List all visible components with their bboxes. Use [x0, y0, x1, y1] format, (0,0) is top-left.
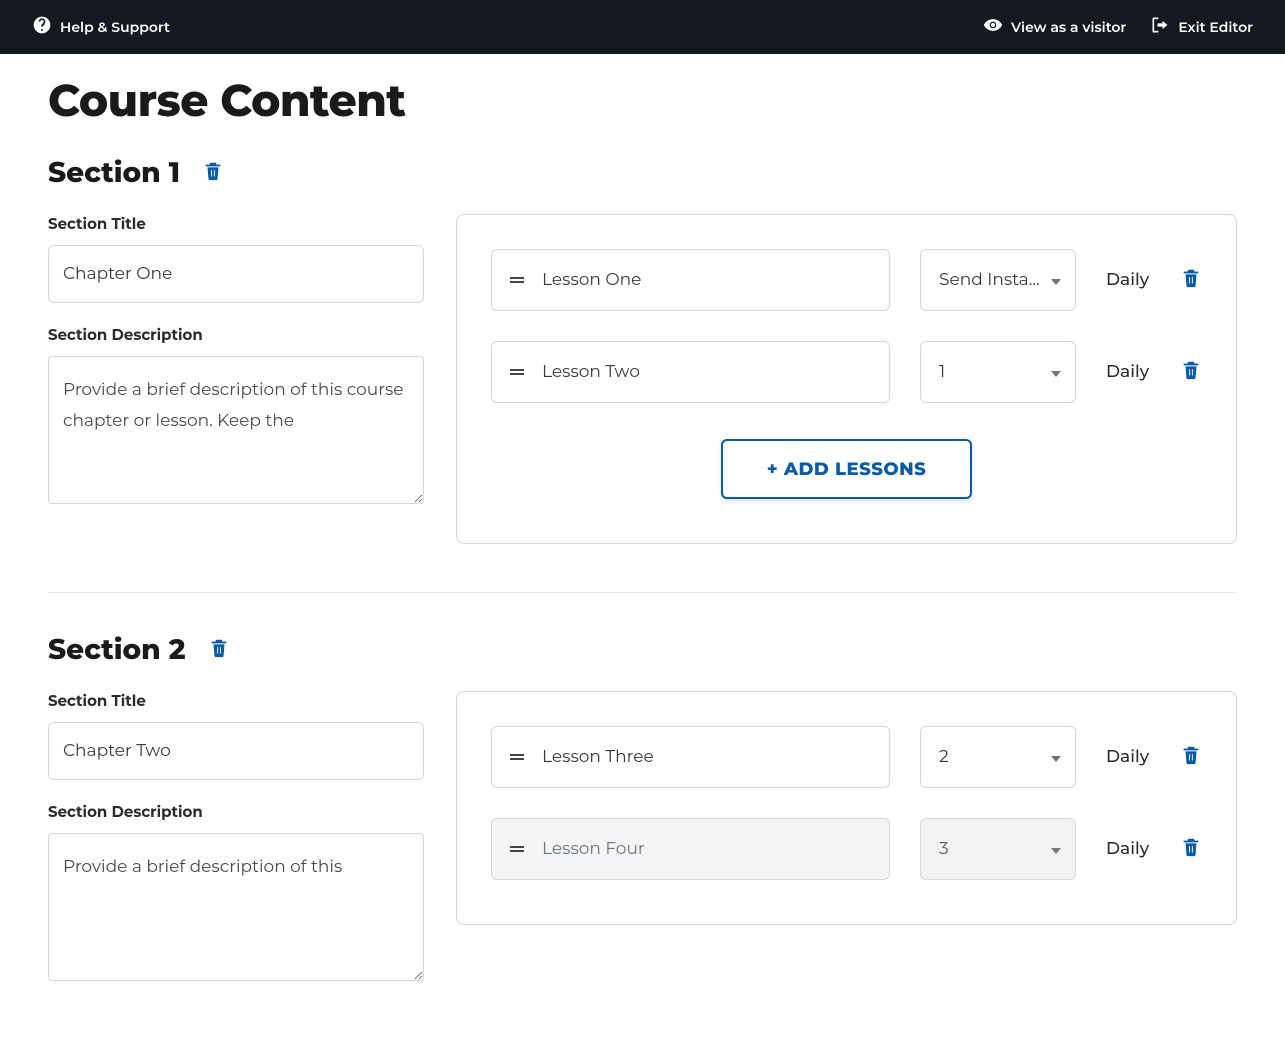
section-title-label: Section Title [48, 691, 424, 710]
add-lessons-row: + ADD LESSONS [491, 439, 1202, 499]
exit-editor-label: Exit Editor [1178, 18, 1253, 36]
section-left-column: Section Title Section Description Provide … [48, 214, 424, 509]
section-left-column: Section Title Section Description Provide … [48, 691, 424, 986]
trash-icon [202, 159, 224, 188]
lessons-panel: Lesson One Send Insta... Daily Lesson Two 1 D… [456, 214, 1237, 544]
chevron-down-icon [1043, 747, 1061, 767]
section-header: Section 1 [48, 156, 1237, 190]
section-description-label: Section Description [48, 325, 424, 344]
lesson-schedule-value: 1 [939, 362, 1043, 382]
section-description-label: Section Description [48, 802, 424, 821]
section-title-label: Section Title [48, 214, 424, 233]
section-block: Section 2 Section Title Section Descriptio… [48, 633, 1237, 986]
page-title: Course Content [48, 74, 1237, 128]
lesson-name-text: Lesson Four [542, 839, 645, 859]
lessons-panel: Lesson Three 2 Daily Lesson Four 3 Daily [456, 691, 1237, 925]
delete-lesson-button[interactable] [1180, 743, 1202, 772]
lesson-row: Lesson Four 3 Daily [491, 818, 1202, 880]
chevron-down-icon [1043, 362, 1061, 382]
lesson-schedule-select[interactable]: 3 [920, 818, 1076, 880]
lesson-row: Lesson One Send Insta... Daily [491, 249, 1202, 311]
view-as-visitor-label: View as a visitor [1011, 18, 1126, 36]
lesson-schedule-value: 3 [939, 839, 1043, 859]
section-block: Section 1 Section Title Section Descriptio… [48, 156, 1237, 544]
page-content: Course Content Section 1Section TitleSec… [0, 54, 1285, 1050]
add-lessons-button[interactable]: + ADD LESSONS [721, 439, 973, 499]
lesson-schedule-value: Send Insta... [939, 270, 1043, 290]
lesson-name-field[interactable]: Lesson One [491, 249, 890, 311]
section-body: Section Title Section Description Provide … [48, 214, 1237, 544]
lesson-frequency-label: Daily [1106, 270, 1150, 290]
section-heading: Section 2 [48, 633, 186, 667]
topbar: Help & Support View as a visitor Exit Ed… [0, 0, 1285, 54]
lesson-schedule-select[interactable]: 2 [920, 726, 1076, 788]
exit-icon [1150, 15, 1170, 39]
delete-lesson-button[interactable] [1180, 835, 1202, 864]
exit-editor-button[interactable]: Exit Editor [1150, 15, 1253, 39]
eye-icon [983, 15, 1003, 39]
lesson-schedule-value: 2 [939, 747, 1043, 767]
section-description-textarea[interactable]: Provide a brief description of this [48, 833, 424, 981]
lesson-name-field[interactable]: Lesson Two [491, 341, 890, 403]
help-support-label: Help & Support [60, 18, 170, 36]
drag-handle-icon[interactable] [510, 367, 524, 377]
delete-lesson-button[interactable] [1180, 358, 1202, 387]
delete-section-button[interactable] [208, 636, 230, 665]
delete-lesson-button[interactable] [1180, 266, 1202, 295]
delete-section-button[interactable] [202, 159, 224, 188]
lesson-schedule-select[interactable]: Send Insta... [920, 249, 1076, 311]
lesson-frequency-label: Daily [1106, 362, 1150, 382]
view-as-visitor-button[interactable]: View as a visitor [983, 15, 1126, 39]
lesson-name-text: Lesson Two [542, 362, 640, 382]
lesson-name-field[interactable]: Lesson Four [491, 818, 890, 880]
section-body: Section Title Section Description Provide … [48, 691, 1237, 986]
lesson-name-field[interactable]: Lesson Three [491, 726, 890, 788]
lesson-frequency-label: Daily [1106, 747, 1150, 767]
drag-handle-icon[interactable] [510, 844, 524, 854]
lesson-name-text: Lesson Three [542, 747, 654, 767]
trash-icon [208, 636, 230, 665]
trash-icon [1180, 835, 1202, 864]
trash-icon [1180, 266, 1202, 295]
trash-icon [1180, 358, 1202, 387]
lesson-name-text: Lesson One [542, 270, 641, 290]
chevron-down-icon [1043, 839, 1061, 859]
drag-handle-icon[interactable] [510, 752, 524, 762]
lesson-row: Lesson Two 1 Daily [491, 341, 1202, 403]
help-support-button[interactable]: Help & Support [32, 15, 170, 39]
section-divider [48, 592, 1237, 593]
drag-handle-icon[interactable] [510, 275, 524, 285]
lesson-schedule-select[interactable]: 1 [920, 341, 1076, 403]
section-header: Section 2 [48, 633, 1237, 667]
section-heading: Section 1 [48, 156, 180, 190]
chevron-down-icon [1043, 270, 1061, 290]
section-title-input[interactable] [48, 245, 424, 303]
section-title-input[interactable] [48, 722, 424, 780]
help-icon [32, 15, 52, 39]
lesson-row: Lesson Three 2 Daily [491, 726, 1202, 788]
section-description-textarea[interactable]: Provide a brief description of this cour… [48, 356, 424, 504]
lesson-frequency-label: Daily [1106, 839, 1150, 859]
trash-icon [1180, 743, 1202, 772]
